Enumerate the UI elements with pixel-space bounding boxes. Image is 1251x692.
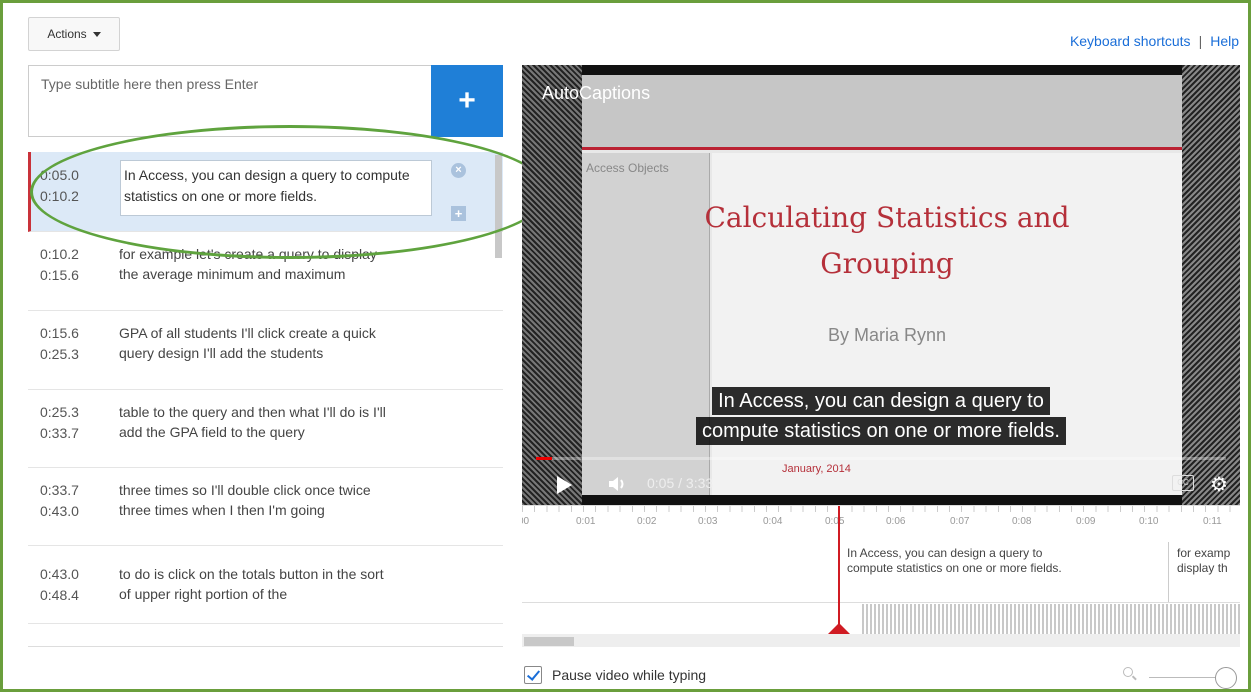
- list-divider: [28, 646, 503, 647]
- subtitle-start: 0:10.2: [40, 246, 79, 262]
- timeline-tick: 0:09: [1076, 516, 1096, 527]
- timeline-tick: 0:05: [825, 516, 845, 527]
- video-controls: 0:05 / 3:33 CC ⚙: [522, 465, 1240, 505]
- subtitle-start[interactable]: 0:05.0: [40, 165, 79, 186]
- timeline-caption-segment[interactable]: In Access, you can design a query to com…: [838, 542, 1168, 602]
- timeline-scrollbar[interactable]: [522, 634, 1240, 647]
- subtitle-text: GPA of all students I'll click create a …: [119, 325, 376, 361]
- timeline-scroll-thumb[interactable]: [524, 637, 574, 646]
- help-link[interactable]: Help: [1210, 33, 1239, 49]
- subtitle-end: 0:15.6: [40, 267, 79, 283]
- zoom-knob[interactable]: [1215, 667, 1237, 689]
- subtitle-row[interactable]: 0:25.3 0:33.7 table to the query and the…: [28, 390, 503, 468]
- timeline-tick: 0:01: [576, 516, 596, 527]
- plus-icon: +: [458, 84, 476, 117]
- video-caption: In Access, you can design a query to com…: [522, 387, 1240, 447]
- audio-waveform: [862, 604, 1240, 634]
- delete-subtitle-icon[interactable]: ×: [451, 163, 466, 178]
- subtitle-end[interactable]: 0:10.2: [40, 186, 79, 207]
- timeline-caption-segment[interactable]: for examp display th: [1168, 542, 1240, 602]
- caption-line1: In Access, you can design a query to: [712, 387, 1050, 415]
- subtitle-times: 0:10.2 0:15.6: [40, 244, 79, 286]
- play-icon[interactable]: [557, 476, 572, 494]
- volume-icon[interactable]: [607, 474, 627, 494]
- slide-author: By Maria Rynn: [827, 325, 947, 345]
- zoom-track[interactable]: [1149, 677, 1219, 678]
- actions-button[interactable]: Actions: [28, 17, 120, 51]
- video-progress-played: [536, 457, 552, 460]
- subtitle-list: 0:05.0 0:10.2 In Access, you can design …: [28, 152, 503, 640]
- timeline-playhead[interactable]: [838, 506, 840, 634]
- timeline-tick: 0:08: [1012, 516, 1032, 527]
- top-links: Keyboard shortcuts | Help: [1070, 33, 1239, 49]
- subtitle-start: 0:43.0: [40, 566, 79, 582]
- slide-title-line2: Grouping: [820, 247, 954, 280]
- actions-label: Actions: [47, 27, 87, 41]
- subtitle-list-scrollbar[interactable]: [495, 155, 502, 258]
- subtitle-row[interactable]: 0:10.2 0:15.6 for example let's create a…: [28, 232, 503, 311]
- subtitle-times: 0:05.0 0:10.2: [40, 165, 79, 207]
- timeline-tick: 0:07: [950, 516, 970, 527]
- slide-ribbon: [582, 75, 1182, 150]
- timeline-tick: 0:02: [637, 516, 657, 527]
- segment-line2: display th: [1177, 561, 1228, 575]
- timeline-tick: 0:06: [886, 516, 906, 527]
- subtitle-end: 0:33.7: [40, 425, 79, 441]
- video-time: 0:05 / 3:33: [647, 475, 714, 491]
- subtitle-end: 0:25.3: [40, 346, 79, 362]
- subtitle-edit-field[interactable]: In Access, you can design a query to com…: [120, 160, 432, 216]
- subtitle-start: 0:25.3: [40, 404, 79, 420]
- segment-line1: In Access, you can design a query to: [847, 546, 1043, 560]
- slide-title: Calculating Statistics and Grouping: [652, 195, 1122, 287]
- subtitle-row-active[interactable]: 0:05.0 0:10.2 In Access, you can design …: [28, 152, 503, 232]
- caption-timeline[interactable]: 00 0:01 0:02 0:03 0:04 0:05 0:06 0:07 0:…: [522, 505, 1240, 647]
- playhead-handle-icon[interactable]: [828, 623, 850, 634]
- subtitle-text: for example let's create a query to disp…: [119, 246, 377, 282]
- add-subtitle-button[interactable]: +: [431, 65, 503, 137]
- subtitle-start: 0:33.7: [40, 482, 79, 498]
- segment-line2: compute statistics on one or more fields…: [847, 561, 1062, 575]
- subtitle-start: 0:15.6: [40, 325, 79, 341]
- subtitle-row[interactable]: 0:33.7 0:43.0 three times so I'll double…: [28, 468, 503, 546]
- caret-down-icon: [92, 31, 101, 37]
- zoom-magnifier-icon: [1123, 667, 1133, 677]
- segment-line1: for examp: [1177, 546, 1231, 560]
- subtitle-times: 0:43.0 0:48.4: [40, 564, 79, 606]
- subtitle-input[interactable]: Type subtitle here then press Enter: [28, 65, 431, 137]
- video-title[interactable]: AutoCaptions: [542, 83, 650, 104]
- slide-title-line1: Calculating Statistics and: [704, 201, 1070, 234]
- pause-video-label[interactable]: Pause video while typing: [552, 667, 706, 683]
- subtitle-times: 0:25.3 0:33.7: [40, 402, 79, 444]
- slide-panel-title: Access Objects: [586, 161, 669, 175]
- keyboard-shortcuts-link[interactable]: Keyboard shortcuts: [1070, 33, 1191, 49]
- link-separator: |: [1198, 33, 1203, 49]
- timeline-zoom-slider[interactable]: [1123, 665, 1243, 689]
- subtitle-row[interactable]: 0:43.0 0:48.4 to do is click on the tota…: [28, 546, 503, 624]
- caption-line2: compute statistics on one or more fields…: [696, 417, 1066, 445]
- timeline-tick: 0:03: [698, 516, 718, 527]
- subtitle-end: 0:48.4: [40, 587, 79, 603]
- subtitle-text: to do is click on the totals button in t…: [119, 566, 384, 602]
- subtitle-row[interactable]: 0:15.6 0:25.3 GPA of all students I'll c…: [28, 311, 503, 390]
- subtitle-times: 0:15.6 0:25.3: [40, 323, 79, 365]
- pause-option: Pause video while typing: [524, 666, 706, 684]
- video-progress-bar[interactable]: [536, 457, 1226, 460]
- timeline-tick: 00: [522, 516, 530, 527]
- subtitle-times: 0:33.7 0:43.0: [40, 480, 79, 522]
- timeline-tick: 0:10: [1139, 516, 1159, 527]
- subtitle-end: 0:43.0: [40, 503, 79, 519]
- timeline-tick: 0:11: [1203, 516, 1222, 527]
- timeline-tick: 0:04: [763, 516, 783, 527]
- subtitle-text: table to the query and then what I'll do…: [119, 404, 386, 440]
- pause-video-checkbox[interactable]: [524, 666, 542, 684]
- timeline-ruler: [522, 506, 1240, 532]
- timeline-lane-divider: [522, 602, 1240, 603]
- insert-subtitle-icon[interactable]: +: [451, 206, 466, 221]
- video-player[interactable]: Access Objects AutoCaptions Calculating …: [522, 65, 1240, 505]
- closed-captions-icon[interactable]: CC: [1172, 475, 1194, 491]
- subtitle-text: three times so I'll double click once tw…: [119, 482, 371, 518]
- settings-gear-icon[interactable]: ⚙: [1210, 472, 1228, 497]
